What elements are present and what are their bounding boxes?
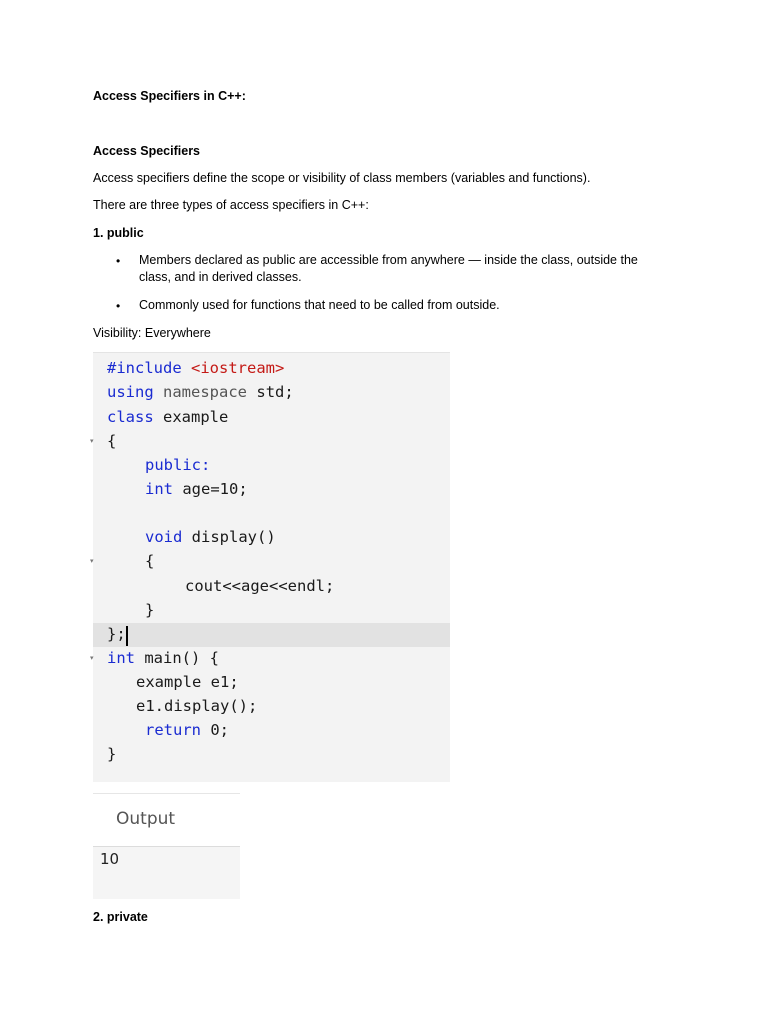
fold-arrow-icon[interactable]: ▾ — [90, 654, 94, 662]
code-line: void display() — [145, 528, 276, 546]
code-line: public: — [145, 456, 211, 474]
current-line-highlight — [93, 623, 450, 647]
code-line: { — [145, 552, 155, 570]
visibility-line: Visibility: Everywhere — [93, 326, 211, 340]
types-paragraph: There are three types of access specifie… — [93, 198, 369, 212]
bullet-item: Members declared as public are accessibl… — [139, 253, 638, 284]
code-line: { — [107, 432, 117, 450]
output-title: Output — [116, 809, 176, 829]
fold-arrow-icon[interactable]: ▾ — [90, 557, 94, 565]
bullet-marker: • — [116, 299, 121, 313]
code-line: class example — [107, 408, 229, 426]
private-heading: 2. private — [93, 910, 148, 924]
code-line: cout<<age<<endl; — [185, 577, 335, 595]
code-line: } — [145, 601, 155, 619]
code-line: }; — [107, 625, 126, 643]
fold-arrow-icon[interactable]: ▾ — [90, 437, 94, 445]
public-heading: 1. public — [93, 226, 144, 240]
code-line: return 0; — [145, 721, 230, 739]
code-screenshot: #include <iostream> using namespace std;… — [90, 352, 450, 782]
bullet-marker: • — [116, 254, 121, 268]
text-cursor — [126, 626, 128, 646]
code-line: } — [107, 745, 117, 763]
intro-paragraph: Access specifiers define the scope or vi… — [93, 171, 591, 185]
output-value: 10 — [100, 850, 120, 868]
code-line: int age=10; — [145, 480, 248, 498]
bullet-item: Commonly used for functions that need to… — [139, 298, 500, 312]
code-line: using namespace std; — [107, 383, 294, 401]
section-heading: Access Specifiers — [93, 144, 201, 158]
output-panel: Output 10 — [93, 793, 240, 899]
code-line: e1.display(); — [136, 697, 258, 715]
code-line: #include <iostream> — [107, 359, 285, 377]
output-header: Output — [93, 794, 240, 847]
code-line: int main() { — [107, 649, 219, 667]
page-title: Access Specifiers in C++: — [93, 89, 246, 103]
code-line: example e1; — [136, 673, 239, 691]
